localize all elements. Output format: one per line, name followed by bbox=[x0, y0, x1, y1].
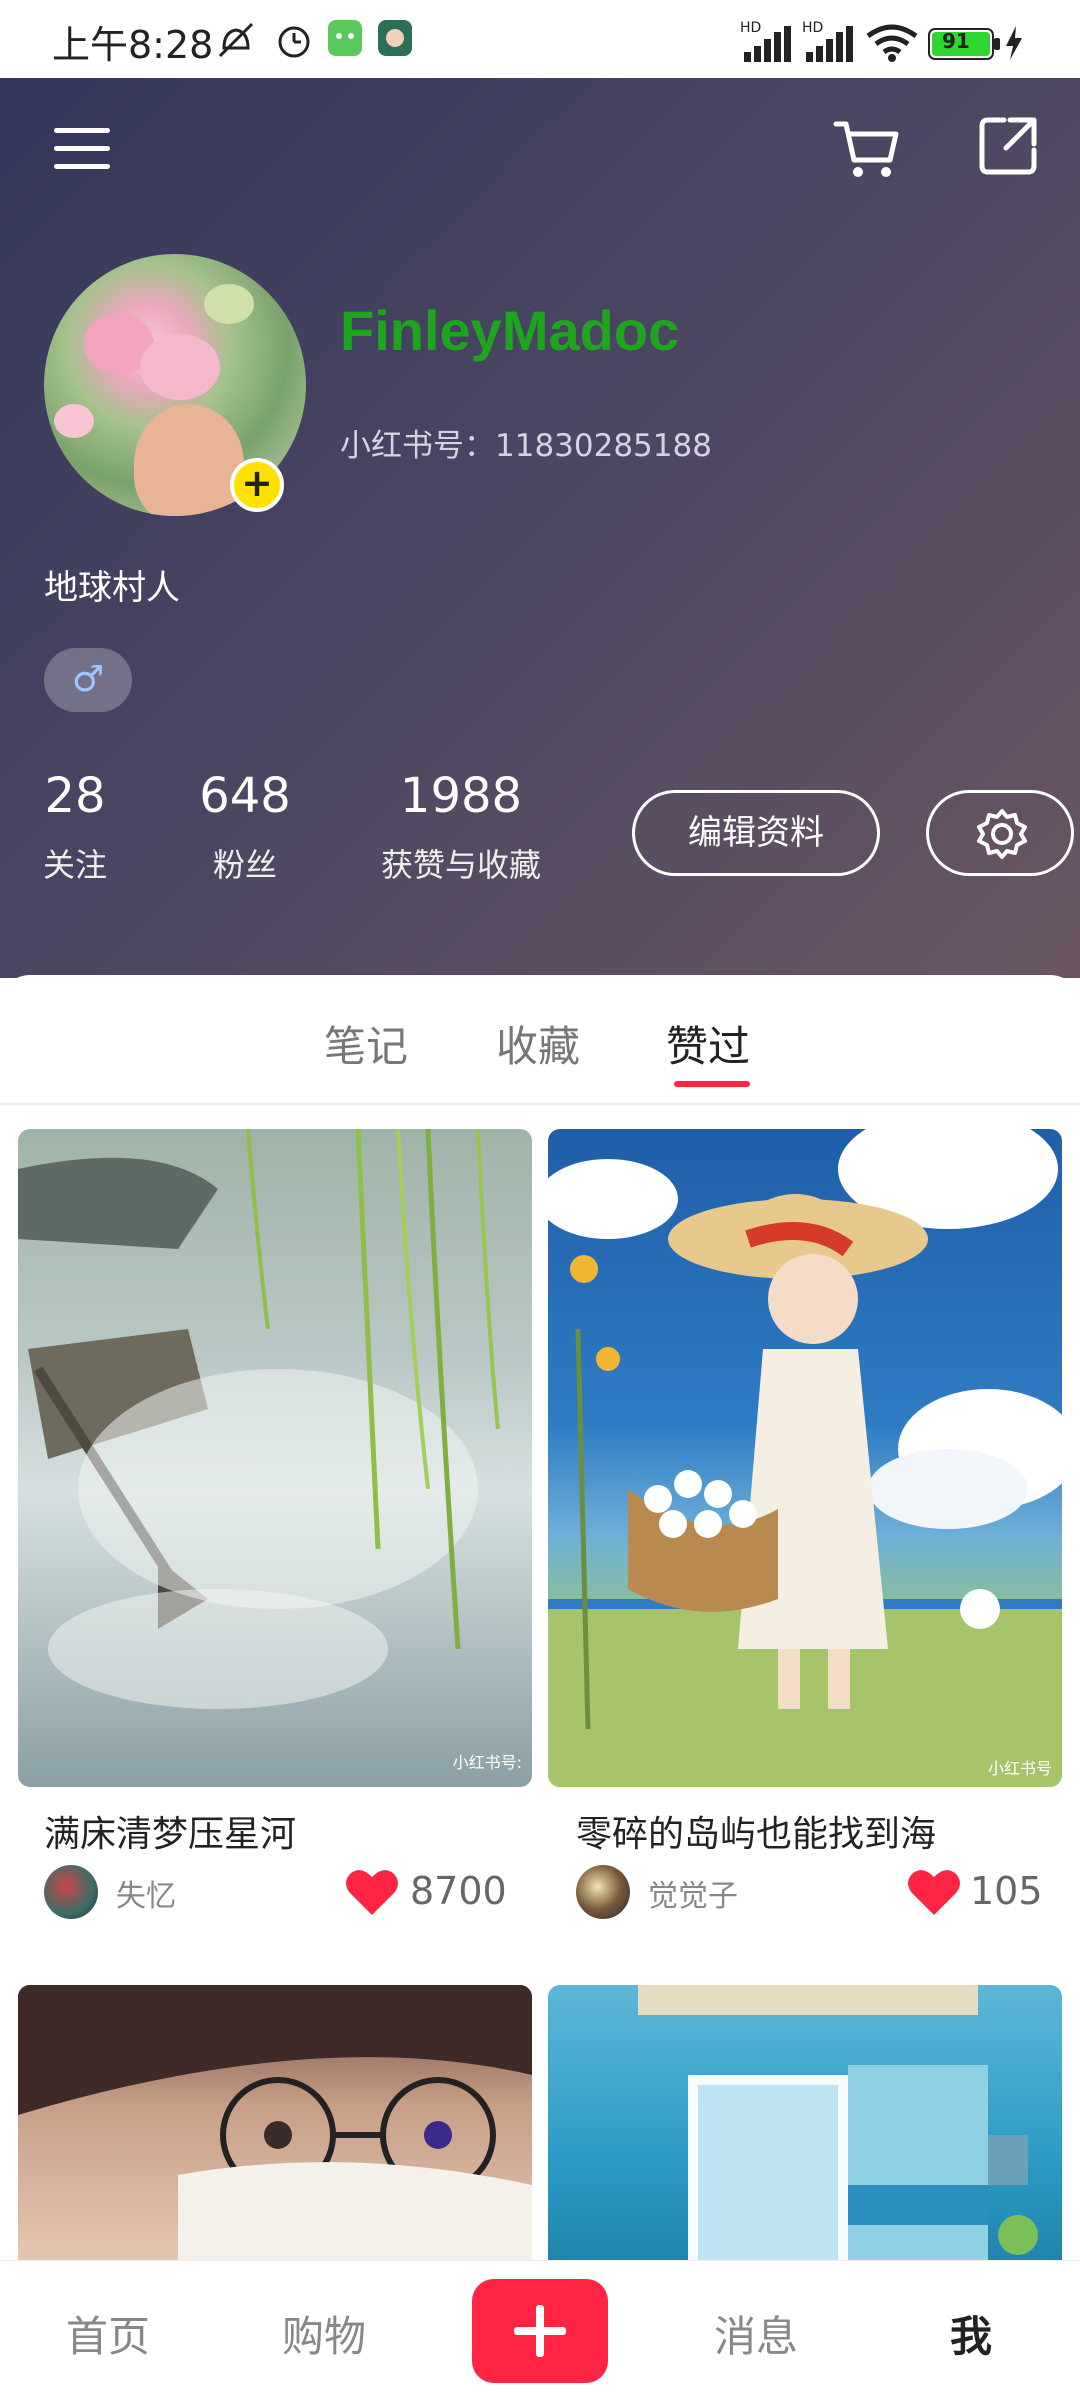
post-button[interactable] bbox=[472, 2279, 608, 2383]
cart-icon[interactable] bbox=[832, 116, 902, 186]
nav-shopping[interactable]: 购物 bbox=[282, 2303, 366, 2364]
status-bar: 上午8:28 HD HD 91 bbox=[0, 0, 1080, 78]
edit-profile-button[interactable]: 编辑资料 bbox=[632, 790, 880, 876]
gender-badge: ♂ bbox=[44, 648, 132, 712]
nav-me[interactable]: 我 bbox=[950, 2303, 992, 2364]
card-2-like-count: 105 bbox=[970, 1869, 1043, 1913]
profile-header: + FinleyMadoc 小红书号：11830285188 地球村人 ♂ 28… bbox=[0, 78, 1080, 978]
settings-button[interactable] bbox=[926, 790, 1074, 876]
card-1-like-count: 8700 bbox=[410, 1869, 507, 1913]
stat-following[interactable]: 28 关注 bbox=[30, 768, 120, 886]
mute-icon bbox=[214, 18, 258, 66]
stat-following-label: 关注 bbox=[42, 846, 107, 884]
card-1-watermark: 小红书号: bbox=[452, 1753, 522, 1772]
stat-likes-count: 1988 bbox=[399, 768, 523, 824]
gear-icon bbox=[975, 807, 1029, 865]
bio[interactable]: 地球村人 bbox=[44, 560, 180, 609]
card-2-author[interactable]: 觉觉子 bbox=[648, 1871, 738, 1915]
tab-divider bbox=[0, 1103, 1080, 1105]
add-avatar-badge[interactable]: + bbox=[230, 458, 284, 512]
alarm-icon bbox=[272, 18, 316, 66]
avatar-notification-icon bbox=[376, 18, 414, 62]
card-image-4[interactable] bbox=[548, 1985, 1062, 2260]
tab-liked[interactable]: 赞过 bbox=[666, 1013, 750, 1074]
charging-icon bbox=[1004, 26, 1024, 64]
stat-followers-label: 粉丝 bbox=[212, 846, 277, 884]
card-1-author[interactable]: 失忆 bbox=[116, 1871, 176, 1915]
card-image-2[interactable]: 小红书号 bbox=[548, 1129, 1062, 1787]
status-time: 上午8:28 bbox=[52, 23, 214, 67]
stat-following-count: 28 bbox=[44, 768, 106, 824]
plus-icon bbox=[510, 2301, 570, 2365]
signal-icon-1 bbox=[744, 26, 794, 66]
app-notification-icon bbox=[326, 18, 364, 62]
tab-notes[interactable]: 笔记 bbox=[324, 1013, 408, 1074]
card-image-3[interactable] bbox=[18, 1985, 532, 2260]
battery-level: 91 bbox=[942, 29, 970, 53]
card-2-heart-icon[interactable] bbox=[906, 1867, 962, 1921]
nav-home[interactable]: 首页 bbox=[66, 2303, 150, 2364]
stat-likes[interactable]: 1988 获赞与收藏 bbox=[366, 768, 556, 886]
content-sheet: 笔记 收藏 赞过 小红书号: 满床清梦压星河 失忆 8700 小红书号 零碎的岛… bbox=[0, 975, 1080, 2260]
tab-collections[interactable]: 收藏 bbox=[496, 1013, 580, 1074]
wifi-icon bbox=[866, 24, 918, 66]
share-icon[interactable] bbox=[976, 114, 1040, 182]
stat-likes-label: 获赞与收藏 bbox=[380, 846, 541, 884]
signal-icon-2 bbox=[806, 26, 856, 66]
username: FinleyMadoc bbox=[340, 299, 680, 362]
user-id[interactable]: 小红书号：11830285188 bbox=[340, 420, 712, 465]
card-1-author-avatar[interactable] bbox=[44, 1865, 98, 1919]
card-2-watermark: 小红书号 bbox=[987, 1759, 1052, 1778]
card-1-title[interactable]: 满床清梦压星河 bbox=[44, 1805, 296, 1857]
stat-followers-count: 648 bbox=[199, 768, 291, 824]
tab-active-indicator bbox=[674, 1081, 750, 1087]
menu-icon[interactable] bbox=[52, 122, 112, 180]
nav-messages[interactable]: 消息 bbox=[714, 2303, 798, 2364]
stat-followers[interactable]: 648 粉丝 bbox=[180, 768, 310, 886]
card-2-title[interactable]: 零碎的岛屿也能找到海 bbox=[576, 1805, 936, 1857]
bottom-navigation: 首页 购物 消息 我 bbox=[0, 2260, 1080, 2401]
card-1-heart-icon[interactable] bbox=[344, 1867, 400, 1921]
card-image-1[interactable]: 小红书号: bbox=[18, 1129, 532, 1787]
card-2-author-avatar[interactable] bbox=[576, 1865, 630, 1919]
